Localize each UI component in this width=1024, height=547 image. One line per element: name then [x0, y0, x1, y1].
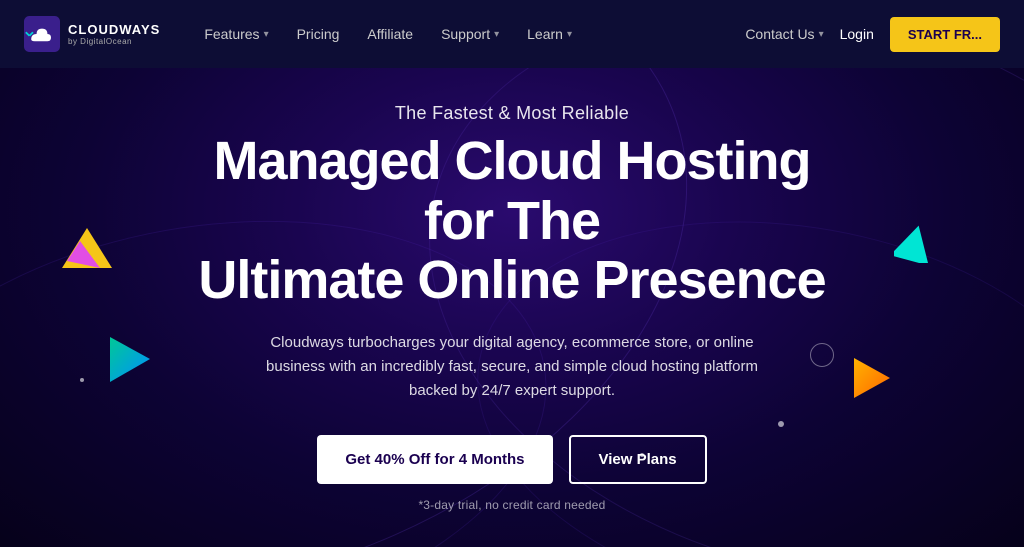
view-plans-button[interactable]: View Plans	[569, 435, 707, 484]
chevron-down-icon: ▾	[819, 29, 824, 40]
chevron-down-icon: ▾	[264, 29, 269, 40]
hero-content: The Fastest & Most Reliable Managed Clou…	[162, 103, 862, 511]
nav-item-affiliate[interactable]: Affiliate	[355, 18, 425, 50]
cloudways-logo-icon	[24, 16, 60, 52]
hero-section: The Fastest & Most Reliable Managed Clou…	[0, 68, 1024, 547]
get-discount-button[interactable]: Get 40% Off for 4 Months	[317, 435, 552, 484]
chevron-down-icon: ▾	[567, 29, 572, 40]
nav-item-support[interactable]: Support ▾	[429, 18, 511, 50]
navbar: CLOUDWAYS by DigitalOcean Features ▾ Pri…	[0, 0, 1024, 68]
hero-title: Managed Cloud Hosting for The Ultimate O…	[182, 132, 842, 310]
hero-description: Cloudways turbocharges your digital agen…	[252, 331, 772, 403]
login-button[interactable]: Login	[840, 26, 874, 42]
hero-buttons: Get 40% Off for 4 Months View Plans	[182, 435, 842, 484]
nav-item-pricing[interactable]: Pricing	[285, 18, 352, 50]
nav-right: Contact Us ▾ Login START FR...	[745, 17, 1000, 52]
start-free-button[interactable]: START FR...	[890, 17, 1000, 52]
nav-links: Features ▾ Pricing Affiliate Support ▾ L…	[192, 18, 745, 50]
logo-text: CLOUDWAYS by DigitalOcean	[68, 22, 160, 46]
contact-us-button[interactable]: Contact Us ▾	[745, 26, 823, 42]
trial-note: *3-day trial, no credit card needed	[182, 498, 842, 512]
nav-item-features[interactable]: Features ▾	[192, 18, 280, 50]
chevron-down-icon: ▾	[494, 29, 499, 40]
logo[interactable]: CLOUDWAYS by DigitalOcean	[24, 16, 160, 52]
hero-subtitle: The Fastest & Most Reliable	[182, 103, 842, 124]
nav-item-learn[interactable]: Learn ▾	[515, 18, 584, 50]
